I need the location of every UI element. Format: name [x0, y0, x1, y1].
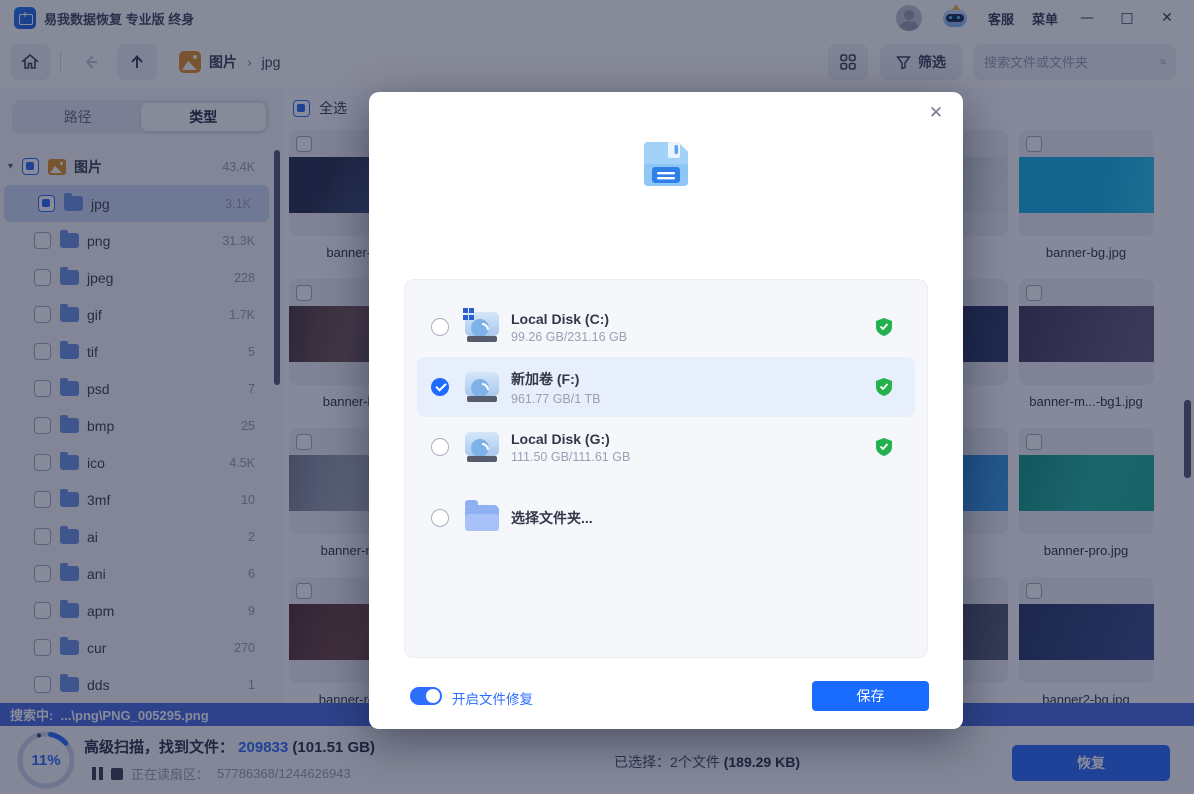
dialog-close-button[interactable]: ✕: [923, 100, 949, 126]
drive-list-panel: Local Disk (C:) 99.26 GB/231.16 GB 新加卷 (F:…: [404, 279, 928, 658]
disk-drive-icon: [463, 370, 501, 404]
floppy-disk-icon: [638, 136, 694, 192]
drive-name: 新加卷 (F:): [511, 369, 600, 389]
drive-capacity: 111.50 GB/111.61 GB: [511, 450, 630, 464]
save-path-dialog: ✕ 选择保存文件的目标路径: 您有2个文件(189.29 KB)需要恢复。 Lo…: [369, 92, 963, 729]
safe-shield-icon: [875, 437, 893, 457]
choose-folder-label: 选择文件夹...: [511, 508, 593, 528]
drive-name: Local Disk (C:): [511, 311, 627, 327]
disk-drive-icon: [463, 310, 501, 344]
drive-radio[interactable]: [431, 318, 449, 336]
safe-shield-icon: [875, 377, 893, 397]
app-window: 易我数据恢复 专业版 终身 客服 菜单 — □ ✕ 图片 › jpg: [0, 0, 1194, 794]
choose-folder-option[interactable]: 选择文件夹...: [417, 488, 915, 548]
drive-radio[interactable]: [431, 438, 449, 456]
drive-option-localdiskc[interactable]: Local Disk (C:) 99.26 GB/231.16 GB: [417, 297, 915, 357]
safe-shield-icon: [875, 317, 893, 337]
disk-drive-icon: [463, 430, 501, 464]
dialog-footer: 开启文件修复 保存: [404, 681, 929, 711]
drive-capacity: 961.77 GB/1 TB: [511, 392, 600, 406]
browse-folder-icon: [465, 505, 499, 531]
save-button[interactable]: 保存: [812, 681, 929, 711]
choose-folder-radio[interactable]: [431, 509, 449, 527]
drive-capacity: 99.26 GB/231.16 GB: [511, 330, 627, 344]
file-repair-label: 开启文件修复: [452, 688, 533, 708]
drive-option-f[interactable]: 新加卷 (F:) 961.77 GB/1 TB: [417, 357, 915, 417]
drive-name: Local Disk (G:): [511, 431, 630, 447]
file-repair-toggle[interactable]: [410, 687, 442, 705]
drive-radio[interactable]: [431, 378, 449, 396]
drive-option-localdiskg[interactable]: Local Disk (G:) 111.50 GB/111.61 GB: [417, 417, 915, 477]
